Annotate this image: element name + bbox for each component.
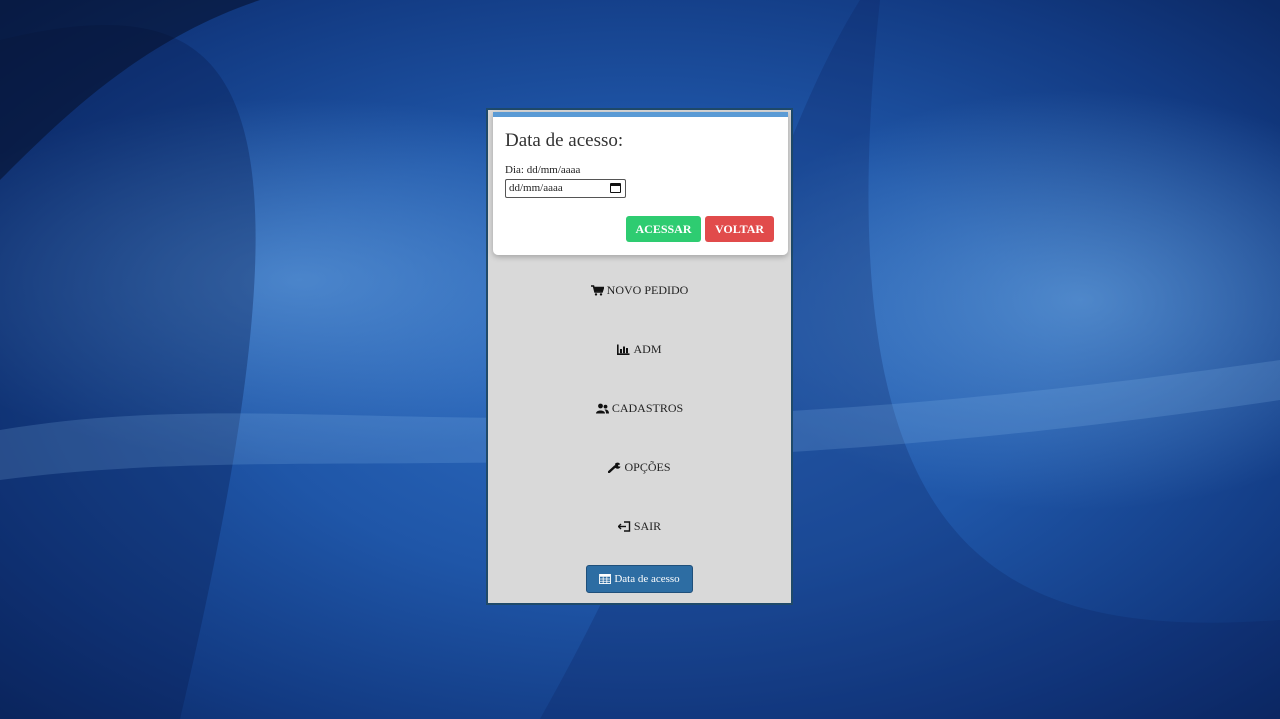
wrench-icon	[608, 462, 621, 473]
menu-item-label: OPÇÕES	[624, 459, 671, 474]
dialog-title: Data de acesso:	[505, 130, 624, 151]
access-date-button[interactable]: Data de acesso	[586, 565, 693, 593]
access-date-dialog: Data de acesso: Dia: dd/mm/aaaa dd/mm/aa…	[493, 112, 788, 255]
menu-item-label: NOVO PEDIDO	[606, 282, 689, 297]
users-icon	[595, 403, 609, 413]
menu-item-label: SAIR	[633, 518, 662, 533]
cart-icon	[590, 284, 604, 296]
menu-item-opcoes[interactable]: OPÇÕES	[488, 457, 791, 477]
date-input[interactable]: dd/mm/aaaa	[505, 179, 626, 198]
sign-out-icon	[617, 520, 631, 532]
table-icon	[599, 574, 612, 584]
menu-item-adm[interactable]: ADM	[488, 339, 791, 359]
menu-item-label: CADASTROS	[611, 400, 684, 415]
menu-item-sair[interactable]: SAIR	[488, 516, 791, 536]
access-date-button-label: Data de acesso	[614, 573, 680, 585]
calendar-icon[interactable]	[610, 183, 621, 193]
bar-chart-icon	[617, 344, 630, 355]
acessar-button[interactable]: ACESSAR	[626, 216, 701, 242]
date-label: Dia: dd/mm/aaaa	[505, 164, 581, 176]
date-input-value: dd/mm/aaaa	[509, 182, 563, 194]
menu-item-label: ADM	[633, 341, 662, 356]
voltar-button[interactable]: VOLTAR	[705, 216, 774, 242]
main-panel: Data de acesso: Dia: dd/mm/aaaa dd/mm/aa…	[486, 108, 793, 605]
menu-item-cadastros[interactable]: CADASTROS	[488, 398, 791, 418]
menu-item-novo-pedido[interactable]: NOVO PEDIDO	[488, 280, 791, 300]
